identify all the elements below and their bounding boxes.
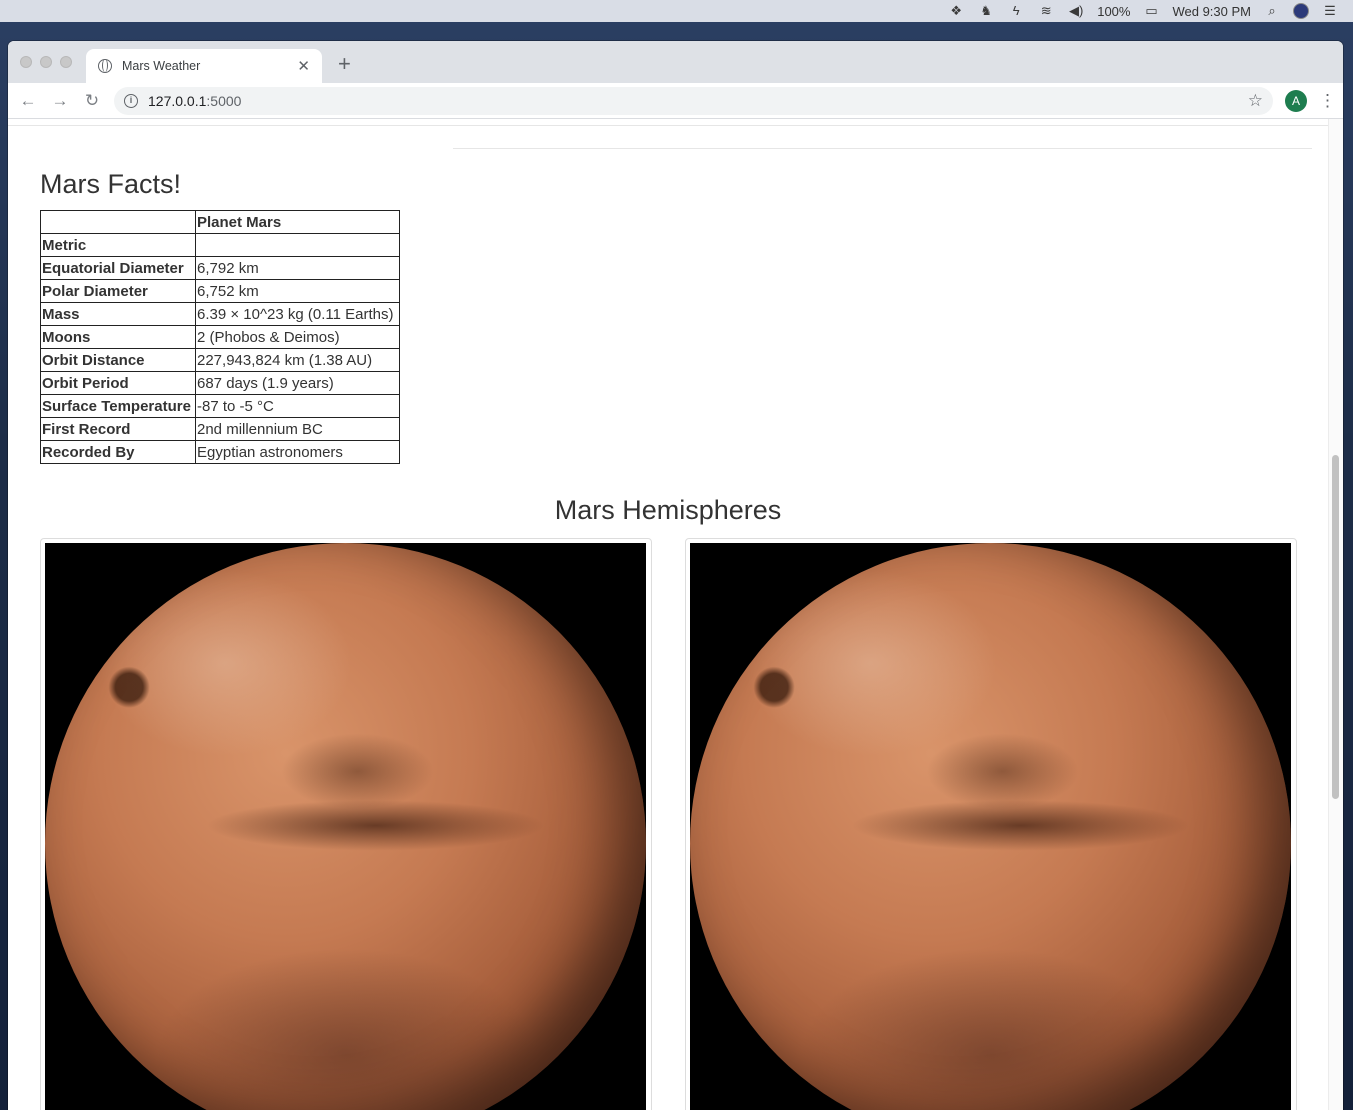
table-row: Moons 2 (Phobos & Deimos): [40, 325, 400, 349]
fact-value: 2 (Phobos & Deimos): [195, 325, 400, 349]
volume-icon[interactable]: ◀): [1067, 4, 1085, 18]
fact-label: First Record: [40, 417, 196, 441]
fact-label: Equatorial Diameter: [40, 256, 196, 280]
spotlight-search-icon[interactable]: ⌕: [1263, 4, 1281, 18]
mars-globe-image: [45, 543, 646, 1110]
close-tab-icon[interactable]: ✕: [297, 57, 310, 75]
fact-value: 6,752 km: [195, 279, 400, 303]
fact-label: Mass: [40, 302, 196, 326]
fact-value: [195, 233, 400, 257]
divider: [8, 125, 1328, 126]
window-controls: [20, 56, 72, 68]
battery-percent[interactable]: 100%: [1097, 4, 1130, 19]
address-bar[interactable]: i 127.0.0.1:5000 ☆: [114, 86, 1273, 115]
site-info-icon[interactable]: i: [124, 93, 138, 108]
notification-center-icon[interactable]: ☰: [1321, 4, 1339, 18]
browser-menu-icon[interactable]: ⋮: [1319, 91, 1336, 111]
back-arrow-icon[interactable]: ←: [18, 91, 38, 111]
new-tab-button[interactable]: +: [338, 53, 351, 75]
forward-arrow-icon[interactable]: →: [50, 91, 70, 111]
hemisphere-image[interactable]: [45, 543, 646, 1110]
siri-icon[interactable]: [1293, 3, 1309, 19]
fact-label: Metric: [40, 233, 196, 257]
scrollbar-thumb[interactable]: [1332, 455, 1339, 799]
evernote-icon[interactable]: ♞: [977, 4, 995, 18]
tab-strip: Mars Weather ✕ +: [8, 41, 1343, 83]
url-host: 127.0.0.1: [148, 92, 207, 109]
fact-label: Orbit Period: [40, 371, 196, 395]
page-viewport: Mars Facts! Planet Mars Metric Equatorial…: [8, 119, 1343, 1110]
table-row: Metric: [40, 233, 400, 257]
fact-label: Orbit Distance: [40, 348, 196, 372]
fact-value: 687 days (1.9 years): [195, 371, 400, 395]
table-row: Mass 6.39 × 10^23 kg (0.11 Earths): [40, 302, 400, 326]
menubar-clock[interactable]: Wed 9:30 PM: [1172, 4, 1251, 19]
table-row: First Record 2nd millennium BC: [40, 417, 400, 441]
fact-label: Moons: [40, 325, 196, 349]
table-corner-cell: [40, 210, 196, 234]
table-row: Surface Temperature -87 to -5 °C: [40, 394, 400, 418]
tab-mars-weather[interactable]: Mars Weather ✕: [86, 49, 322, 83]
browser-toolbar: ← → ↻ i 127.0.0.1:5000 ☆ A ⋮: [8, 83, 1343, 119]
zoom-window-button[interactable]: [60, 56, 72, 68]
wifi-icon[interactable]: ≋: [1037, 4, 1055, 18]
fact-value: 2nd millennium BC: [195, 417, 400, 441]
table-row: Orbit Distance 227,943,824 km (1.38 AU): [40, 348, 400, 372]
minimize-window-button[interactable]: [40, 56, 52, 68]
profile-avatar[interactable]: A: [1285, 89, 1307, 112]
table-row: Equatorial Diameter 6,792 km: [40, 256, 400, 280]
fact-value: Egyptian astronomers: [195, 440, 400, 464]
mars-facts-heading: Mars Facts!: [40, 169, 182, 199]
url-text[interactable]: 127.0.0.1:5000: [148, 93, 1238, 109]
dropbox-icon[interactable]: ❖: [947, 4, 965, 18]
table-row: Recorded By Egyptian astronomers: [40, 440, 400, 464]
fact-value: 6.39 × 10^23 kg (0.11 Earths): [195, 302, 400, 326]
fact-label: Polar Diameter: [40, 279, 196, 303]
table-header-row: Planet Mars: [40, 210, 400, 234]
browser-window: Mars Weather ✕ + ← → ↻ i 127.0.0.1:5000 …: [8, 41, 1343, 1110]
tab-title: Mars Weather: [122, 59, 201, 73]
hemisphere-card[interactable]: [40, 538, 652, 1110]
mars-facts-table: Planet Mars Metric Equatorial Diameter 6,7…: [40, 210, 400, 464]
fact-value: 227,943,824 km (1.38 AU): [195, 348, 400, 372]
reload-icon[interactable]: ↻: [82, 91, 102, 111]
url-port: :5000: [206, 92, 242, 109]
planet-mars-column-header: Planet Mars: [195, 210, 400, 234]
table-row: Orbit Period 687 days (1.9 years): [40, 371, 400, 395]
mars-hemispheres-heading: Mars Hemispheres: [554, 495, 782, 525]
hemisphere-image[interactable]: [690, 543, 1291, 1110]
mars-globe-image: [690, 543, 1291, 1110]
battery-icon[interactable]: ▭: [1142, 4, 1160, 18]
fact-label: Surface Temperature: [40, 394, 196, 418]
fact-value: -87 to -5 °C: [195, 394, 400, 418]
bolt-icon[interactable]: ϟ: [1007, 4, 1025, 18]
bookmark-star-icon[interactable]: ☆: [1248, 91, 1263, 111]
table-row: Polar Diameter 6,752 km: [40, 279, 400, 303]
fact-value: 6,792 km: [195, 256, 400, 280]
fact-label: Recorded By: [40, 440, 196, 464]
divider: [453, 148, 1312, 149]
hemisphere-card[interactable]: [685, 538, 1297, 1110]
macos-menubar: ❖ ♞ ϟ ≋ ◀) 100% ▭ Wed 9:30 PM ⌕ ☰: [0, 0, 1353, 22]
globe-icon: [98, 59, 112, 73]
close-window-button[interactable]: [20, 56, 32, 68]
